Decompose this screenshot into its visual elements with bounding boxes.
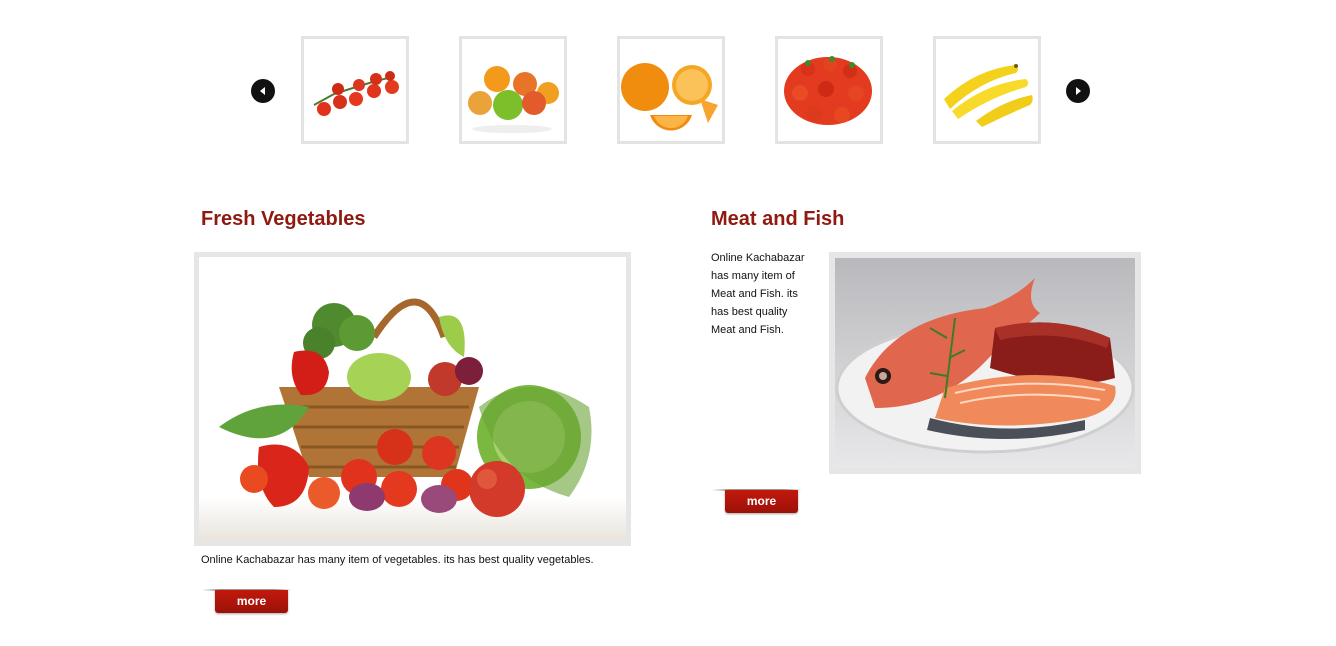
meat-fish-image xyxy=(835,258,1135,468)
meat-fish-title: Meat and Fish xyxy=(711,208,845,230)
chevron-left-icon xyxy=(260,87,265,95)
vegetables-more-button[interactable]: more xyxy=(215,590,288,613)
carousel-item-mixed-fruits[interactable] xyxy=(459,36,567,144)
mixed-fruits-image xyxy=(462,39,564,141)
carousel-item-oranges[interactable] xyxy=(617,36,725,144)
carousel-item-tomatoes[interactable] xyxy=(301,36,409,144)
carousel-next-button[interactable] xyxy=(1066,79,1090,103)
product-carousel xyxy=(0,0,1336,170)
bananas-image xyxy=(936,39,1038,141)
carousel-item-bananas[interactable] xyxy=(933,36,1041,144)
vegetables-description: Online Kachabazar has many item of veget… xyxy=(201,554,594,566)
oranges-image xyxy=(620,39,722,141)
vegetables-basket-image xyxy=(199,257,626,541)
meat-fish-more: more xyxy=(712,489,802,517)
chevron-right-icon xyxy=(1076,87,1081,95)
meat-fish-image-frame xyxy=(829,252,1141,474)
meat-fish-more-button[interactable]: more xyxy=(725,490,798,513)
carousel-prev-button[interactable] xyxy=(251,79,275,103)
tomatoes-image xyxy=(304,39,406,141)
vegetables-image-frame xyxy=(194,252,631,546)
strawberries-image xyxy=(778,39,880,141)
carousel-item-strawberries[interactable] xyxy=(775,36,883,144)
vegetables-title: Fresh Vegetables xyxy=(201,208,366,230)
meat-fish-description: Online Kachabazar has many item of Meat … xyxy=(711,252,805,336)
vegetables-more: more xyxy=(202,589,292,617)
